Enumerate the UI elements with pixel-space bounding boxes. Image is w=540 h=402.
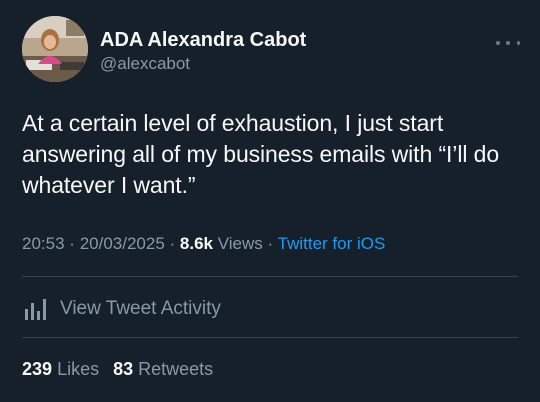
views-label: Views bbox=[217, 234, 263, 253]
views-count: 8.6k bbox=[179, 234, 214, 253]
likes-link[interactable]: 239 Likes bbox=[22, 359, 99, 379]
view-tweet-activity-button[interactable]: View Tweet Activity bbox=[22, 295, 221, 323]
tweet-text: At a certain level of exhaustion, I just… bbox=[22, 110, 500, 198]
view-tweet-activity-label: View Tweet Activity bbox=[60, 298, 221, 319]
tweet-time[interactable]: 20:53 bbox=[22, 234, 65, 253]
separator: · bbox=[267, 234, 274, 253]
dot bbox=[516, 41, 520, 45]
more-options-icon[interactable] bbox=[496, 38, 520, 48]
user-handle[interactable]: @alexcabot bbox=[100, 53, 306, 75]
dot bbox=[496, 41, 500, 45]
tweet-meta: 20:53 · 20/03/2025 · 8.6k Views · Twitte… bbox=[22, 233, 385, 255]
dot bbox=[506, 41, 510, 45]
retweets-count: 83 bbox=[113, 359, 134, 379]
source-link[interactable]: Twitter for iOS bbox=[278, 234, 386, 253]
divider bbox=[22, 337, 518, 338]
likes-label: Likes bbox=[57, 359, 100, 379]
display-name[interactable]: ADA Alexandra Cabot bbox=[100, 28, 306, 52]
tweet-header: ADA Alexandra Cabot @alexcabot bbox=[22, 16, 522, 86]
engagement-stats: 239 Likes 83 Retweets bbox=[22, 358, 213, 380]
tweet-detail: ADA Alexandra Cabot @alexcabot At a cert… bbox=[0, 0, 540, 402]
separator: · bbox=[69, 234, 75, 253]
author-block: ADA Alexandra Cabot @alexcabot bbox=[100, 28, 306, 75]
likes-count: 239 bbox=[22, 359, 53, 379]
retweets-label: Retweets bbox=[138, 359, 214, 379]
retweets-link[interactable]: 83 Retweets bbox=[113, 359, 213, 379]
tweet-date[interactable]: 20/03/2025 bbox=[80, 234, 165, 253]
avatar-photo bbox=[22, 16, 88, 82]
divider bbox=[22, 276, 518, 277]
bar-chart-icon bbox=[25, 299, 46, 320]
separator: · bbox=[169, 234, 176, 253]
avatar[interactable] bbox=[22, 16, 88, 82]
